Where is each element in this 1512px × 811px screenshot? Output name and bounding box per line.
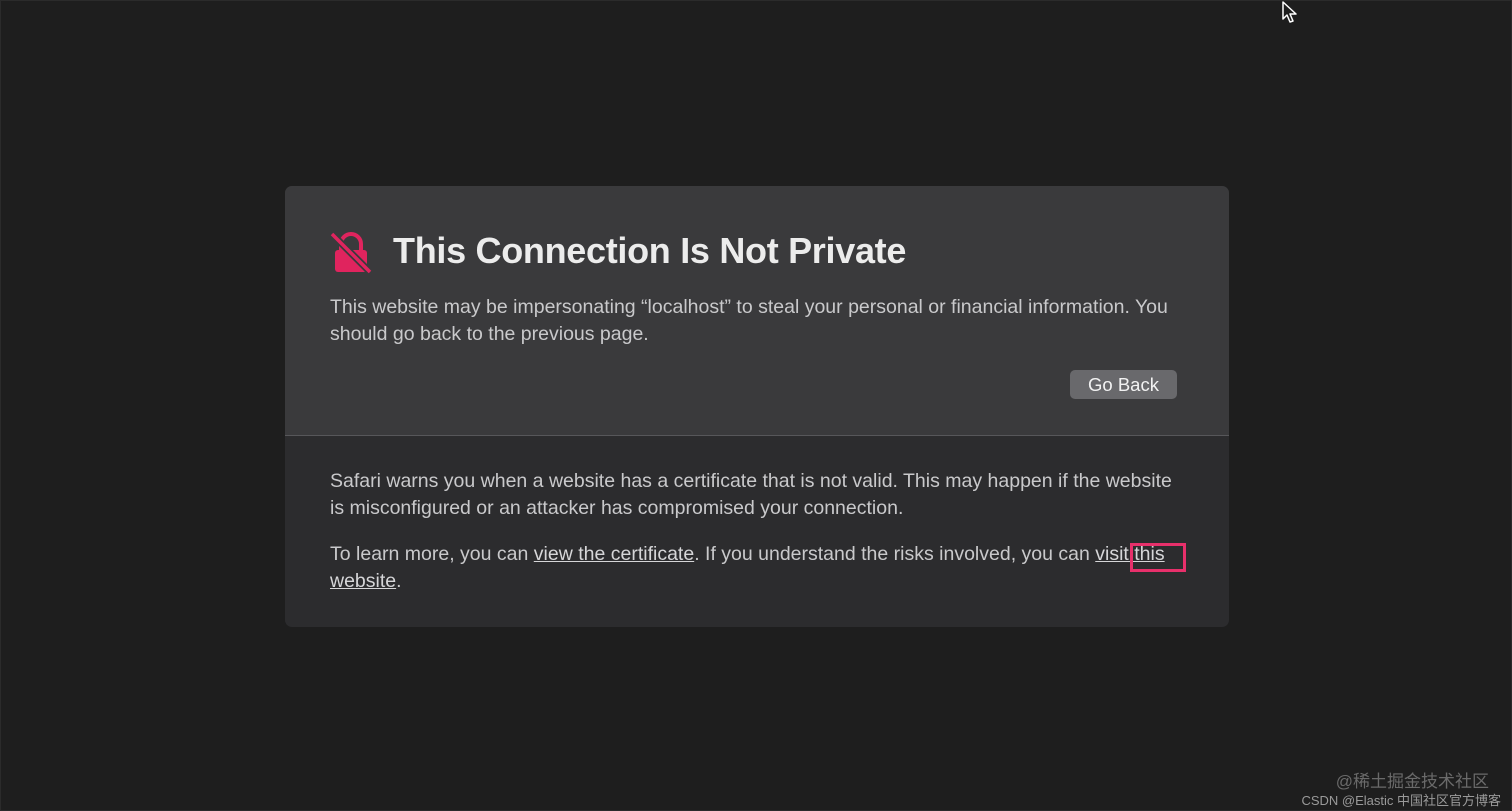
- learn-more-text: To learn more, you can view the certific…: [330, 541, 1190, 595]
- browser-page: This Connection Is Not Private This webs…: [0, 0, 1512, 811]
- mouse-pointer-icon: [1282, 1, 1297, 23]
- warning-message: This website may be impersonating “local…: [330, 296, 1168, 345]
- lock-slash-icon: [329, 231, 373, 275]
- learn-more-prefix: To learn more, you can: [330, 543, 534, 565]
- go-back-button[interactable]: Go Back: [1070, 370, 1177, 399]
- warning-dialog: This Connection Is Not Private This webs…: [285, 186, 1229, 627]
- watermark-csdn: CSDN @Elastic 中国社区官方博客: [1301, 793, 1501, 808]
- section-divider: [285, 435, 1229, 436]
- learn-more-suffix: .: [396, 570, 402, 592]
- view-certificate-link[interactable]: view the certificate: [534, 543, 694, 565]
- learn-more-middle: . If you understand the risks involved, …: [694, 543, 1096, 565]
- certificate-info-text: Safari warns you when a website has a ce…: [330, 470, 1172, 519]
- watermark-juejin: @稀土掘金技术社区: [1335, 772, 1489, 791]
- page-title: This Connection Is Not Private: [393, 230, 907, 271]
